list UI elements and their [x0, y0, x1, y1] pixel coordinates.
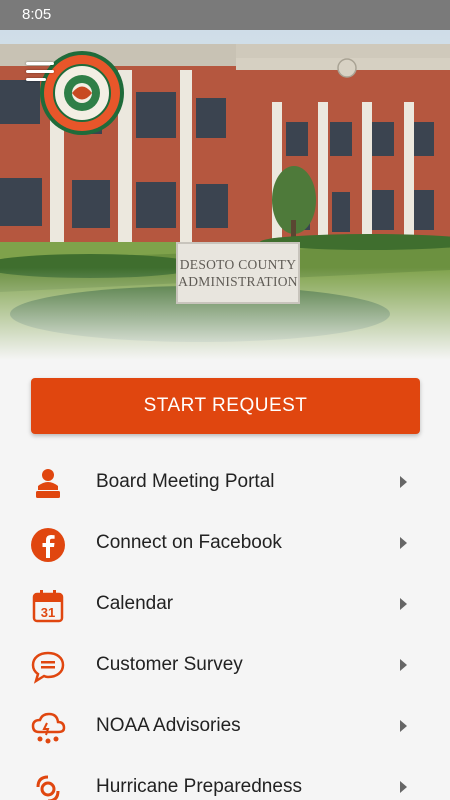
chevron-right-icon — [400, 537, 407, 549]
chat-bubble-icon — [31, 651, 65, 684]
status-bar: 8:05 — [0, 0, 450, 30]
menu-item-label: NOAA Advisories — [96, 715, 241, 736]
menu-item-noaa-advisories[interactable]: NOAA Advisories — [0, 696, 450, 757]
speaker-podium-icon — [36, 469, 60, 498]
menu-item-label: Customer Survey — [96, 654, 243, 675]
menu-item-label: Hurricane Preparedness — [96, 776, 302, 797]
calendar-icon: 31 — [32, 590, 64, 623]
menu-item-hurricane-preparedness[interactable]: Hurricane Preparedness — [0, 757, 450, 800]
hamburger-menu-icon[interactable] — [26, 62, 54, 84]
menu-item-customer-survey[interactable]: Customer Survey — [0, 635, 450, 696]
menu-item-connect-on-facebook[interactable]: Connect on Facebook — [0, 513, 450, 574]
status-time: 8:05 — [22, 6, 52, 23]
menu-item-board-meeting-portal[interactable]: Board Meeting Portal — [0, 452, 450, 513]
calendar-day-text: 31 — [41, 605, 55, 620]
facebook-icon — [31, 528, 65, 562]
menu-item-label: Calendar — [96, 593, 174, 614]
chevron-right-icon — [400, 598, 407, 610]
menu-item-label: Board Meeting Portal — [96, 471, 275, 492]
start-request-button[interactable]: START REQUEST — [31, 378, 420, 434]
chevron-right-icon — [400, 781, 407, 793]
building-sign: DESOTO COUNTY ADMINISTRATION — [176, 242, 300, 304]
menu-list: Board Meeting Portal Connect on Facebook… — [0, 452, 450, 800]
chevron-right-icon — [400, 659, 407, 671]
chevron-right-icon — [400, 720, 407, 732]
chevron-right-icon — [400, 476, 407, 488]
weather-cloud-icon — [31, 712, 66, 744]
hurricane-icon — [36, 775, 60, 800]
menu-item-calendar[interactable]: 31 Calendar — [0, 574, 450, 635]
sign-line-1: DESOTO COUNTY — [179, 257, 297, 272]
menu-item-label: Connect on Facebook — [96, 532, 282, 553]
sign-line-2: ADMINISTRATION — [178, 274, 298, 289]
